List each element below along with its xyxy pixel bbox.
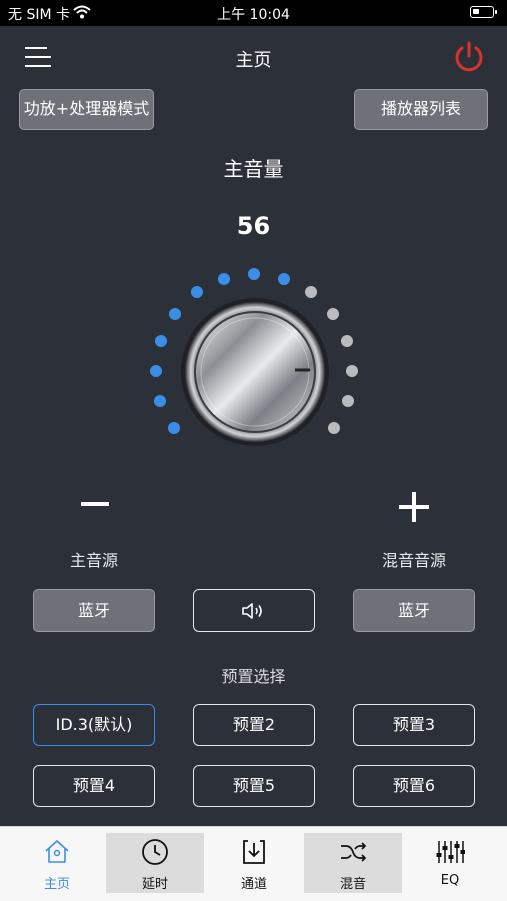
- volume-dot: [328, 422, 341, 435]
- tab-eq-label: EQ: [440, 873, 460, 888]
- volume-knob[interactable]: [180, 297, 330, 447]
- tab-eq[interactable]: EQ: [401, 833, 499, 893]
- volume-dot: [167, 422, 180, 435]
- tab-home-label: 主页: [43, 877, 70, 892]
- shuffle-icon: [341, 842, 367, 862]
- mix-source-button[interactable]: 蓝牙: [353, 589, 475, 632]
- speaker-icon: [242, 603, 262, 619]
- volume-dot: [155, 334, 168, 347]
- speaker-button[interactable]: [193, 589, 315, 632]
- tab-home[interactable]: 主页: [8, 833, 106, 893]
- volume-dot: [154, 394, 167, 407]
- status-time: 上午 10:04: [217, 7, 290, 23]
- tab-channel[interactable]: 通道: [205, 833, 303, 893]
- tab-mix-label: 混音: [339, 877, 366, 892]
- tab-delay[interactable]: 延时: [106, 833, 204, 893]
- page-title: 主页: [235, 50, 272, 71]
- battery-icon: [470, 6, 497, 18]
- tab-channel-label: 通道: [240, 877, 267, 892]
- preset-button-3[interactable]: 预置3: [353, 704, 475, 746]
- player-list-button[interactable]: 播放器列表: [354, 89, 488, 130]
- tab-mix[interactable]: 混音: [304, 833, 402, 893]
- volume-dot: [248, 268, 260, 280]
- volume-dot: [341, 394, 354, 407]
- bottom-tab-bar: 主页 延时 通道 混音 EQ: [0, 826, 507, 901]
- volume-dot: [150, 364, 162, 377]
- power-icon[interactable]: [452, 40, 486, 74]
- preset-button-2[interactable]: 预置2: [193, 704, 315, 746]
- preset-button-6[interactable]: 预置6: [353, 765, 475, 807]
- volume-dot: [345, 364, 358, 377]
- mix-source-label: 混音音源: [381, 551, 446, 570]
- clock-icon: [142, 839, 168, 865]
- equalizer-icon: [436, 841, 465, 863]
- tab-delay-label: 延时: [141, 877, 168, 892]
- status-bar: 无 SIM 卡 上午 10:04: [0, 0, 507, 26]
- home-icon: [45, 840, 69, 863]
- volume-dot: [217, 272, 230, 285]
- preset-button-5[interactable]: 预置5: [193, 765, 315, 807]
- master-volume-title: 主音量: [223, 157, 284, 181]
- volume-down-button[interactable]: [81, 502, 109, 506]
- preset-button-1[interactable]: ID.3(默认): [33, 704, 155, 746]
- preset-button-4[interactable]: 预置4: [33, 765, 155, 807]
- volume-dot: [278, 272, 291, 285]
- plus-icon-vertical: [412, 492, 416, 522]
- main-source-label: 主音源: [69, 551, 118, 570]
- preset-title: 预置选择: [221, 667, 286, 686]
- volume-dot: [340, 334, 353, 347]
- main-source-button[interactable]: 蓝牙: [33, 589, 155, 632]
- master-volume-value: 56: [236, 212, 271, 240]
- channel-icon: [243, 840, 265, 864]
- amp-processor-mode-button[interactable]: 功放+处理器模式: [19, 89, 154, 130]
